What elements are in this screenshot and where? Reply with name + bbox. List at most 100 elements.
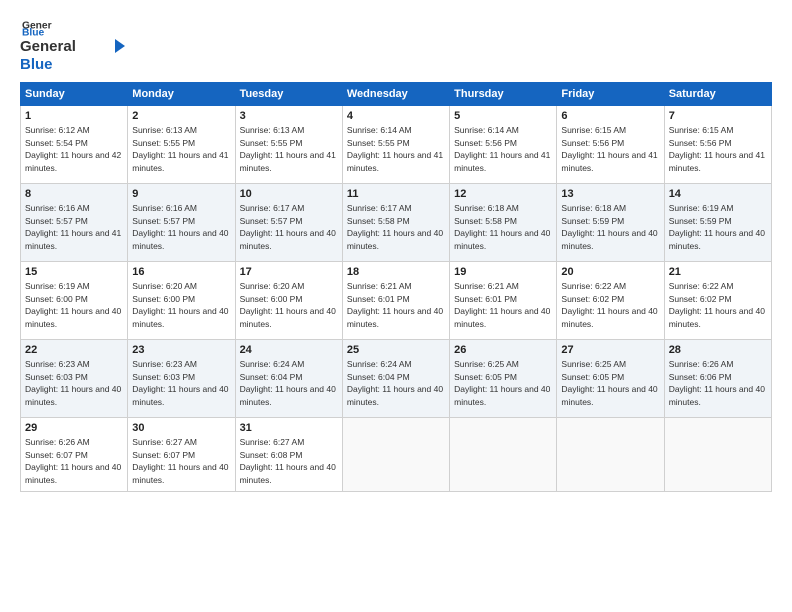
day-number: 16 xyxy=(132,265,230,280)
day-number: 17 xyxy=(240,265,338,280)
day-number: 5 xyxy=(454,109,552,124)
day-number: 4 xyxy=(347,109,445,124)
day-info: Sunrise: 6:17 AMSunset: 5:57 PMDaylight:… xyxy=(240,203,336,251)
table-cell: 15Sunrise: 6:19 AMSunset: 6:00 PMDayligh… xyxy=(21,262,128,340)
table-cell: 18Sunrise: 6:21 AMSunset: 6:01 PMDayligh… xyxy=(342,262,449,340)
col-tuesday: Tuesday xyxy=(235,83,342,106)
day-info: Sunrise: 6:27 AMSunset: 6:08 PMDaylight:… xyxy=(240,437,336,485)
day-info: Sunrise: 6:20 AMSunset: 6:00 PMDaylight:… xyxy=(132,281,228,329)
day-number: 25 xyxy=(347,343,445,358)
day-number: 9 xyxy=(132,187,230,202)
table-cell: 20Sunrise: 6:22 AMSunset: 6:02 PMDayligh… xyxy=(557,262,664,340)
table-cell: 17Sunrise: 6:20 AMSunset: 6:00 PMDayligh… xyxy=(235,262,342,340)
table-cell: 9Sunrise: 6:16 AMSunset: 5:57 PMDaylight… xyxy=(128,184,235,262)
day-number: 18 xyxy=(347,265,445,280)
table-cell: 28Sunrise: 6:26 AMSunset: 6:06 PMDayligh… xyxy=(664,340,771,418)
table-cell: 25Sunrise: 6:24 AMSunset: 6:04 PMDayligh… xyxy=(342,340,449,418)
day-number: 10 xyxy=(240,187,338,202)
day-number: 23 xyxy=(132,343,230,358)
col-saturday: Saturday xyxy=(664,83,771,106)
day-number: 19 xyxy=(454,265,552,280)
day-number: 21 xyxy=(669,265,767,280)
day-info: Sunrise: 6:25 AMSunset: 6:05 PMDaylight:… xyxy=(561,359,657,407)
day-number: 30 xyxy=(132,421,230,436)
day-info: Sunrise: 6:15 AMSunset: 5:56 PMDaylight:… xyxy=(669,125,765,173)
table-cell: 23Sunrise: 6:23 AMSunset: 6:03 PMDayligh… xyxy=(128,340,235,418)
day-info: Sunrise: 6:22 AMSunset: 6:02 PMDaylight:… xyxy=(561,281,657,329)
table-cell: 31Sunrise: 6:27 AMSunset: 6:08 PMDayligh… xyxy=(235,418,342,492)
day-info: Sunrise: 6:14 AMSunset: 5:55 PMDaylight:… xyxy=(347,125,443,173)
day-info: Sunrise: 6:12 AMSunset: 5:54 PMDaylight:… xyxy=(25,125,121,173)
day-number: 1 xyxy=(25,109,123,124)
day-number: 29 xyxy=(25,421,123,436)
table-cell: 13Sunrise: 6:18 AMSunset: 5:59 PMDayligh… xyxy=(557,184,664,262)
day-info: Sunrise: 6:13 AMSunset: 5:55 PMDaylight:… xyxy=(132,125,228,173)
day-number: 8 xyxy=(25,187,123,202)
day-info: Sunrise: 6:15 AMSunset: 5:56 PMDaylight:… xyxy=(561,125,657,173)
table-cell: 10Sunrise: 6:17 AMSunset: 5:57 PMDayligh… xyxy=(235,184,342,262)
day-info: Sunrise: 6:18 AMSunset: 5:58 PMDaylight:… xyxy=(454,203,550,251)
day-number: 14 xyxy=(669,187,767,202)
table-cell: 11Sunrise: 6:17 AMSunset: 5:58 PMDayligh… xyxy=(342,184,449,262)
day-info: Sunrise: 6:23 AMSunset: 6:03 PMDaylight:… xyxy=(25,359,121,407)
day-number: 24 xyxy=(240,343,338,358)
day-info: Sunrise: 6:23 AMSunset: 6:03 PMDaylight:… xyxy=(132,359,228,407)
table-cell: 14Sunrise: 6:19 AMSunset: 5:59 PMDayligh… xyxy=(664,184,771,262)
col-wednesday: Wednesday xyxy=(342,83,449,106)
day-number: 2 xyxy=(132,109,230,124)
table-cell xyxy=(557,418,664,492)
day-info: Sunrise: 6:22 AMSunset: 6:02 PMDaylight:… xyxy=(669,281,765,329)
table-cell: 27Sunrise: 6:25 AMSunset: 6:05 PMDayligh… xyxy=(557,340,664,418)
table-cell: 3Sunrise: 6:13 AMSunset: 5:55 PMDaylight… xyxy=(235,106,342,184)
table-cell: 4Sunrise: 6:14 AMSunset: 5:55 PMDaylight… xyxy=(342,106,449,184)
day-number: 7 xyxy=(669,109,767,124)
table-cell: 29Sunrise: 6:26 AMSunset: 6:07 PMDayligh… xyxy=(21,418,128,492)
table-cell: 6Sunrise: 6:15 AMSunset: 5:56 PMDaylight… xyxy=(557,106,664,184)
day-number: 13 xyxy=(561,187,659,202)
day-info: Sunrise: 6:16 AMSunset: 5:57 PMDaylight:… xyxy=(132,203,228,251)
day-info: Sunrise: 6:21 AMSunset: 6:01 PMDaylight:… xyxy=(454,281,550,329)
day-info: Sunrise: 6:26 AMSunset: 6:06 PMDaylight:… xyxy=(669,359,765,407)
col-monday: Monday xyxy=(128,83,235,106)
table-cell: 21Sunrise: 6:22 AMSunset: 6:02 PMDayligh… xyxy=(664,262,771,340)
col-thursday: Thursday xyxy=(450,83,557,106)
page: General Blue General Blue Sunday Mon xyxy=(0,0,792,612)
header: General Blue General Blue xyxy=(20,18,772,74)
col-friday: Friday xyxy=(557,83,664,106)
table-cell: 19Sunrise: 6:21 AMSunset: 6:01 PMDayligh… xyxy=(450,262,557,340)
logo: General Blue General Blue xyxy=(20,18,125,74)
day-number: 3 xyxy=(240,109,338,124)
table-cell: 8Sunrise: 6:16 AMSunset: 5:57 PMDaylight… xyxy=(21,184,128,262)
calendar-table: Sunday Monday Tuesday Wednesday Thursday… xyxy=(20,82,772,492)
table-cell: 12Sunrise: 6:18 AMSunset: 5:58 PMDayligh… xyxy=(450,184,557,262)
day-number: 27 xyxy=(561,343,659,358)
day-info: Sunrise: 6:24 AMSunset: 6:04 PMDaylight:… xyxy=(240,359,336,407)
day-info: Sunrise: 6:20 AMSunset: 6:00 PMDaylight:… xyxy=(240,281,336,329)
table-cell xyxy=(342,418,449,492)
logo-svg: General Blue xyxy=(20,34,125,74)
day-number: 22 xyxy=(25,343,123,358)
day-info: Sunrise: 6:24 AMSunset: 6:04 PMDaylight:… xyxy=(347,359,443,407)
day-info: Sunrise: 6:19 AMSunset: 5:59 PMDaylight:… xyxy=(669,203,765,251)
day-info: Sunrise: 6:26 AMSunset: 6:07 PMDaylight:… xyxy=(25,437,121,485)
day-info: Sunrise: 6:21 AMSunset: 6:01 PMDaylight:… xyxy=(347,281,443,329)
day-info: Sunrise: 6:27 AMSunset: 6:07 PMDaylight:… xyxy=(132,437,228,485)
table-cell: 24Sunrise: 6:24 AMSunset: 6:04 PMDayligh… xyxy=(235,340,342,418)
day-number: 6 xyxy=(561,109,659,124)
day-info: Sunrise: 6:18 AMSunset: 5:59 PMDaylight:… xyxy=(561,203,657,251)
day-number: 26 xyxy=(454,343,552,358)
day-info: Sunrise: 6:14 AMSunset: 5:56 PMDaylight:… xyxy=(454,125,550,173)
day-number: 28 xyxy=(669,343,767,358)
day-number: 15 xyxy=(25,265,123,280)
day-info: Sunrise: 6:17 AMSunset: 5:58 PMDaylight:… xyxy=(347,203,443,251)
table-cell: 5Sunrise: 6:14 AMSunset: 5:56 PMDaylight… xyxy=(450,106,557,184)
table-cell: 1Sunrise: 6:12 AMSunset: 5:54 PMDaylight… xyxy=(21,106,128,184)
day-number: 12 xyxy=(454,187,552,202)
day-number: 31 xyxy=(240,421,338,436)
table-cell: 2Sunrise: 6:13 AMSunset: 5:55 PMDaylight… xyxy=(128,106,235,184)
svg-text:General: General xyxy=(20,38,76,55)
table-cell: 16Sunrise: 6:20 AMSunset: 6:00 PMDayligh… xyxy=(128,262,235,340)
svg-text:Blue: Blue xyxy=(20,56,53,73)
table-cell: 26Sunrise: 6:25 AMSunset: 6:05 PMDayligh… xyxy=(450,340,557,418)
day-info: Sunrise: 6:13 AMSunset: 5:55 PMDaylight:… xyxy=(240,125,336,173)
